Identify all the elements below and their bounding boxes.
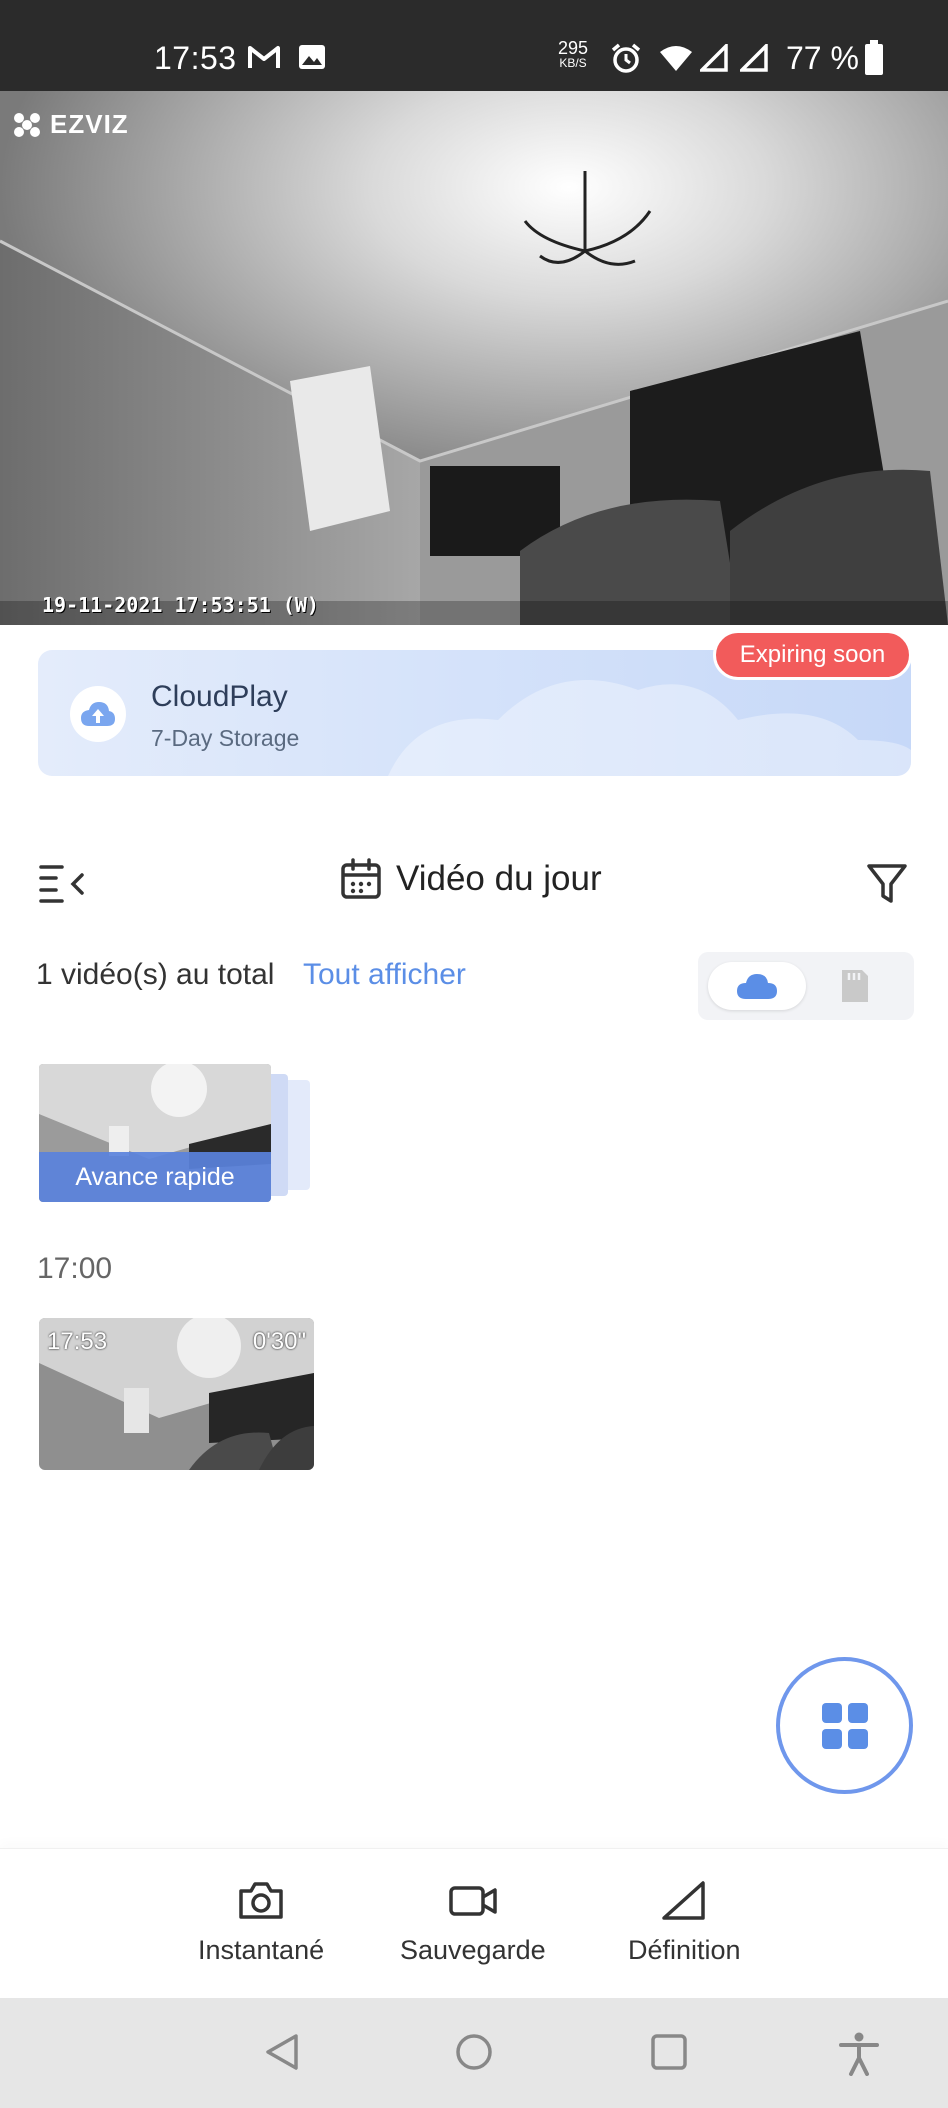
collapse-list-icon[interactable]: [38, 862, 88, 906]
status-time: 17:53: [154, 40, 237, 76]
cloud-upload-icon: [70, 686, 126, 742]
wifi-icon: [660, 46, 692, 71]
definition-icon: [662, 1881, 706, 1920]
home-icon[interactable]: [454, 2032, 494, 2072]
live-camera-feed[interactable]: EZVIZ 19-11-2021 17:53:51 (W): [0, 91, 948, 625]
accessibility-icon[interactable]: [838, 2032, 880, 2076]
grid-icon: [821, 1702, 868, 1749]
ezviz-logo-text: EZVIZ: [50, 109, 129, 139]
cloudplay-subtitle: 7-Day Storage: [151, 725, 300, 751]
clip-duration: 0'30": [252, 1328, 306, 1355]
day-video-selector[interactable]: Vidéo du jour: [340, 858, 602, 900]
cloud-source-option[interactable]: [708, 962, 806, 1010]
network-speed: 295 KB/S: [553, 38, 593, 71]
ezviz-flower-icon: [14, 112, 40, 137]
show-all-link[interactable]: Tout afficher: [303, 958, 466, 992]
calendar-icon: [341, 858, 381, 899]
fast-forward-thumbnail[interactable]: Avance rapide: [39, 1064, 271, 1202]
filter-icon[interactable]: [866, 862, 908, 906]
signal-icon: [700, 44, 728, 72]
expiring-soon-badge[interactable]: Expiring soon: [713, 630, 912, 680]
record-button[interactable]: Sauvegarde: [400, 1879, 546, 1966]
hour-header: 17:00: [37, 1252, 113, 1285]
fast-forward-label: Avance rapide: [39, 1152, 271, 1202]
total-videos-label: 1 vidéo(s) au total: [36, 958, 275, 991]
record-label: Sauvegarde: [400, 1935, 546, 1965]
clip-start-time: 17:53: [47, 1328, 108, 1355]
system-nav-bar: [0, 1998, 948, 2108]
gmail-icon: [248, 46, 280, 68]
recents-icon[interactable]: [650, 2032, 688, 2072]
snapshot-label: Instantané: [198, 1935, 325, 1965]
grid-view-button[interactable]: [776, 1657, 913, 1794]
camera-icon: [239, 1882, 283, 1919]
video-clip[interactable]: 17:53 0'30": [39, 1318, 314, 1470]
alarm-icon: [611, 43, 641, 73]
network-speed-unit: KB/S: [559, 56, 587, 70]
signal-icon-2: [740, 44, 768, 72]
network-speed-value: 295: [557, 38, 589, 58]
action-bar: Instantané Sauvegarde Définition: [0, 1848, 948, 1998]
definition-label: Définition: [628, 1935, 741, 1965]
cloud-icon: [737, 974, 777, 999]
video-icon: [449, 1886, 497, 1916]
camera-image: [0, 91, 948, 625]
ezviz-logo: EZVIZ: [12, 109, 129, 140]
battery-icon: [865, 40, 883, 75]
sd-card-icon[interactable]: [838, 968, 870, 1004]
feed-timestamp: 19-11-2021 17:53:51 (W): [42, 593, 319, 617]
battery-level: 77 %: [786, 40, 859, 76]
cloudplay-title: CloudPlay: [151, 680, 288, 713]
status-bar: 17:53 295 KB/S 77 %: [0, 0, 948, 91]
day-title: Vidéo du jour: [396, 859, 602, 898]
definition-button[interactable]: Définition: [628, 1879, 741, 1966]
image-icon: [299, 45, 325, 69]
snapshot-button[interactable]: Instantané: [198, 1879, 324, 1966]
storage-source-toggle[interactable]: [698, 952, 914, 1020]
back-icon[interactable]: [264, 2032, 300, 2072]
